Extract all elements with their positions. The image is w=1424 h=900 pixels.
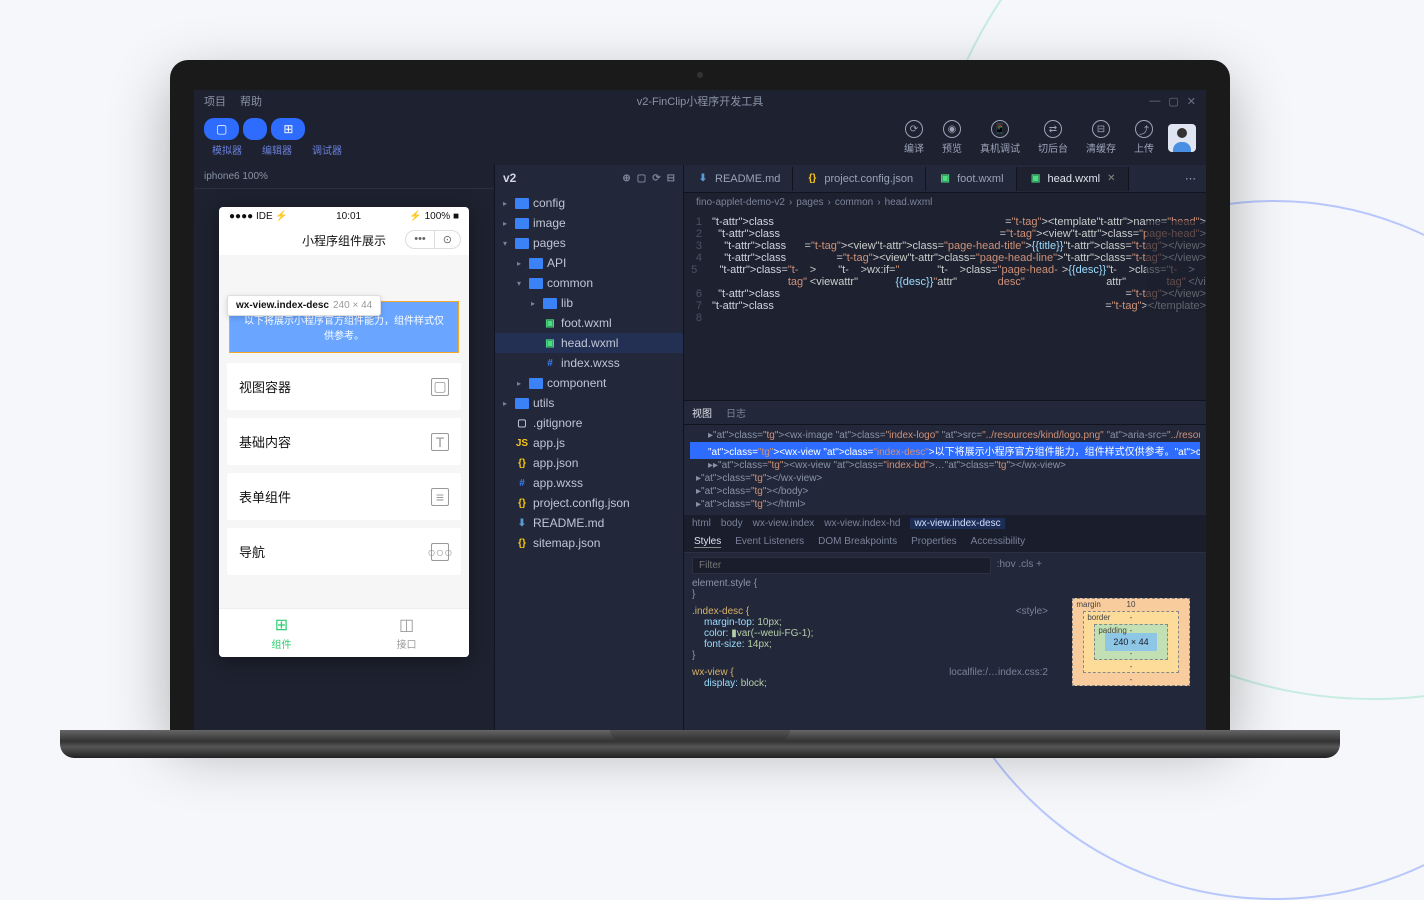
tree-node[interactable]: ▢.gitignore: [495, 413, 683, 433]
editor-tab[interactable]: ▣foot.wxml: [926, 167, 1016, 191]
editor-tab[interactable]: {}project.config.json: [793, 167, 926, 191]
tree-node[interactable]: ▣head.wxml: [495, 333, 683, 353]
devtools-tab-elements[interactable]: 视图: [692, 405, 712, 420]
code-editor[interactable]: 1"t-attr">class="t-tag"><template "t-att…: [684, 212, 1206, 400]
tree-node[interactable]: ▣foot.wxml: [495, 313, 683, 333]
editor-tab[interactable]: ⬇README.md: [684, 167, 793, 191]
devtools: 视图 日志 ▸"at">class="tg"><wx-image "at">cl…: [684, 400, 1206, 730]
new-folder-icon[interactable]: ▢: [637, 173, 646, 184]
dom-crumb[interactable]: wx-view.index-desc: [910, 518, 1004, 529]
tree-node[interactable]: ⬇README.md: [495, 513, 683, 533]
tree-node[interactable]: ▸config: [495, 193, 683, 213]
tree-node[interactable]: ▸API: [495, 253, 683, 273]
styles-panel[interactable]: :hov .cls + element.style {} .index-desc…: [684, 553, 1056, 730]
dom-breadcrumb[interactable]: html body wx-view.index wx-view.index-hd wx-…: [684, 515, 1206, 532]
tree-node[interactable]: ▸image: [495, 213, 683, 233]
mode-pill-0[interactable]: ▢: [204, 118, 239, 140]
status-signal: ●●●● IDE ⚡: [229, 211, 288, 222]
box-model: margin 10 border - padding - 240 × 44 - …: [1056, 553, 1206, 730]
devtools-subtab[interactable]: DOM Breakpoints: [818, 536, 897, 548]
tree-node[interactable]: ▾pages: [495, 233, 683, 253]
menu-capsule[interactable]: •••⊙: [405, 230, 461, 249]
dom-tree[interactable]: ▸"at">class="tg"><wx-image "at">class="i…: [684, 425, 1206, 515]
menubar: 项目 帮助 v2-FinClip小程序开发工具 — ▢ ✕: [194, 90, 1206, 112]
phone-simulator[interactable]: ●●●● IDE ⚡ 10:01 ⚡ 100% ■ 小程序组件展示 •••⊙ w…: [219, 207, 469, 657]
devtools-subtab[interactable]: Accessibility: [971, 536, 1025, 548]
dom-crumb[interactable]: wx-view.index: [753, 518, 815, 529]
inspect-tooltip: wx-view.index-desc240 × 44: [227, 295, 381, 316]
tree-node[interactable]: #index.wxss: [495, 353, 683, 373]
devtools-subtab[interactable]: Event Listeners: [735, 536, 804, 548]
window-title: v2-FinClip小程序开发工具: [637, 93, 764, 109]
toolbar-action[interactable]: ⇄切后台: [1038, 120, 1068, 155]
project-root[interactable]: v2: [503, 171, 516, 185]
menu-help[interactable]: 帮助: [240, 93, 262, 109]
breadcrumb[interactable]: fino-applet-demo-v2 › pages › common › h…: [684, 193, 1206, 212]
dom-crumb[interactable]: wx-view.index-hd: [824, 518, 900, 529]
status-time: 10:01: [336, 211, 361, 222]
tab-overflow-icon[interactable]: ⋯: [1175, 168, 1206, 189]
devtools-subtab[interactable]: Properties: [911, 536, 957, 548]
tree-node[interactable]: JSapp.js: [495, 433, 683, 453]
tree-node[interactable]: ▾common: [495, 273, 683, 293]
list-item[interactable]: 视图容器▢: [227, 363, 461, 410]
window-close-icon[interactable]: ✕: [1187, 95, 1196, 108]
tree-node[interactable]: {}project.config.json: [495, 493, 683, 513]
device-info: iphone6 100%: [194, 165, 494, 189]
menu-project[interactable]: 项目: [204, 93, 226, 109]
tree-node[interactable]: ▸utils: [495, 393, 683, 413]
mode-pill-1[interactable]: [243, 118, 267, 140]
list-item[interactable]: 基础内容T: [227, 418, 461, 465]
window-min-icon[interactable]: —: [1149, 95, 1160, 108]
styles-filter-input[interactable]: [692, 557, 991, 574]
list-item[interactable]: 导航○○○: [227, 528, 461, 575]
window-max-icon[interactable]: ▢: [1168, 95, 1178, 108]
toolbar: ▢ ⊞ 模拟器编辑器调试器 ⟳编译 ◉预览 📱真机调试 ⇄切后台 ⊟清缓存 ⤴上传: [194, 112, 1206, 165]
tree-node[interactable]: #app.wxss: [495, 473, 683, 493]
styles-toggles[interactable]: :hov .cls +: [991, 557, 1048, 578]
tree-node[interactable]: ▸component: [495, 373, 683, 393]
refresh-icon[interactable]: ⟳: [652, 173, 660, 184]
collapse-icon[interactable]: ⊟: [667, 173, 675, 184]
tabbar-item[interactable]: ⊞组件: [219, 609, 344, 657]
simulator-pane: iphone6 100% ●●●● IDE ⚡ 10:01 ⚡ 100% ■ 小…: [194, 165, 494, 730]
tree-node[interactable]: ▸lib: [495, 293, 683, 313]
devtools-subtab[interactable]: Styles: [694, 536, 721, 548]
list-item[interactable]: 表单组件≡: [227, 473, 461, 520]
mode-label: 模拟器: [204, 142, 250, 157]
ide-window: 项目 帮助 v2-FinClip小程序开发工具 — ▢ ✕ ▢ ⊞ 模拟器编辑器调…: [194, 90, 1206, 730]
devtools-tab-console[interactable]: 日志: [726, 405, 746, 420]
editor-pane: ⬇README.md{}project.config.json▣foot.wxm…: [684, 165, 1206, 730]
minimap[interactable]: [1146, 221, 1206, 311]
avatar[interactable]: [1168, 124, 1196, 152]
file-explorer: v2 ⊕ ▢ ⟳ ⊟ ▸config▸image▾pages▸API▾commo…: [494, 165, 684, 730]
toolbar-action[interactable]: ⟳编译: [904, 120, 924, 155]
new-file-icon[interactable]: ⊕: [622, 173, 630, 184]
dom-crumb[interactable]: html: [692, 518, 711, 529]
close-icon[interactable]: ✕: [1107, 173, 1115, 184]
tree-node[interactable]: {}sitemap.json: [495, 533, 683, 553]
toolbar-action[interactable]: ⊟清缓存: [1086, 120, 1116, 155]
tabbar-item[interactable]: ◫接口: [344, 609, 469, 657]
page-title: 小程序组件展示: [302, 234, 386, 248]
dom-crumb[interactable]: body: [721, 518, 743, 529]
mode-pill-2[interactable]: ⊞: [271, 118, 305, 140]
status-battery: ⚡ 100% ■: [409, 211, 459, 222]
toolbar-action[interactable]: 📱真机调试: [980, 120, 1020, 155]
mode-label: 调试器: [304, 142, 350, 157]
toolbar-action[interactable]: ◉预览: [942, 120, 962, 155]
toolbar-action[interactable]: ⤴上传: [1134, 120, 1154, 155]
laptop-frame: 项目 帮助 v2-FinClip小程序开发工具 — ▢ ✕ ▢ ⊞ 模拟器编辑器调…: [170, 60, 1230, 758]
editor-tab[interactable]: ▣head.wxml✕: [1017, 167, 1129, 191]
mode-label: 编辑器: [254, 142, 300, 157]
tree-node[interactable]: {}app.json: [495, 453, 683, 473]
